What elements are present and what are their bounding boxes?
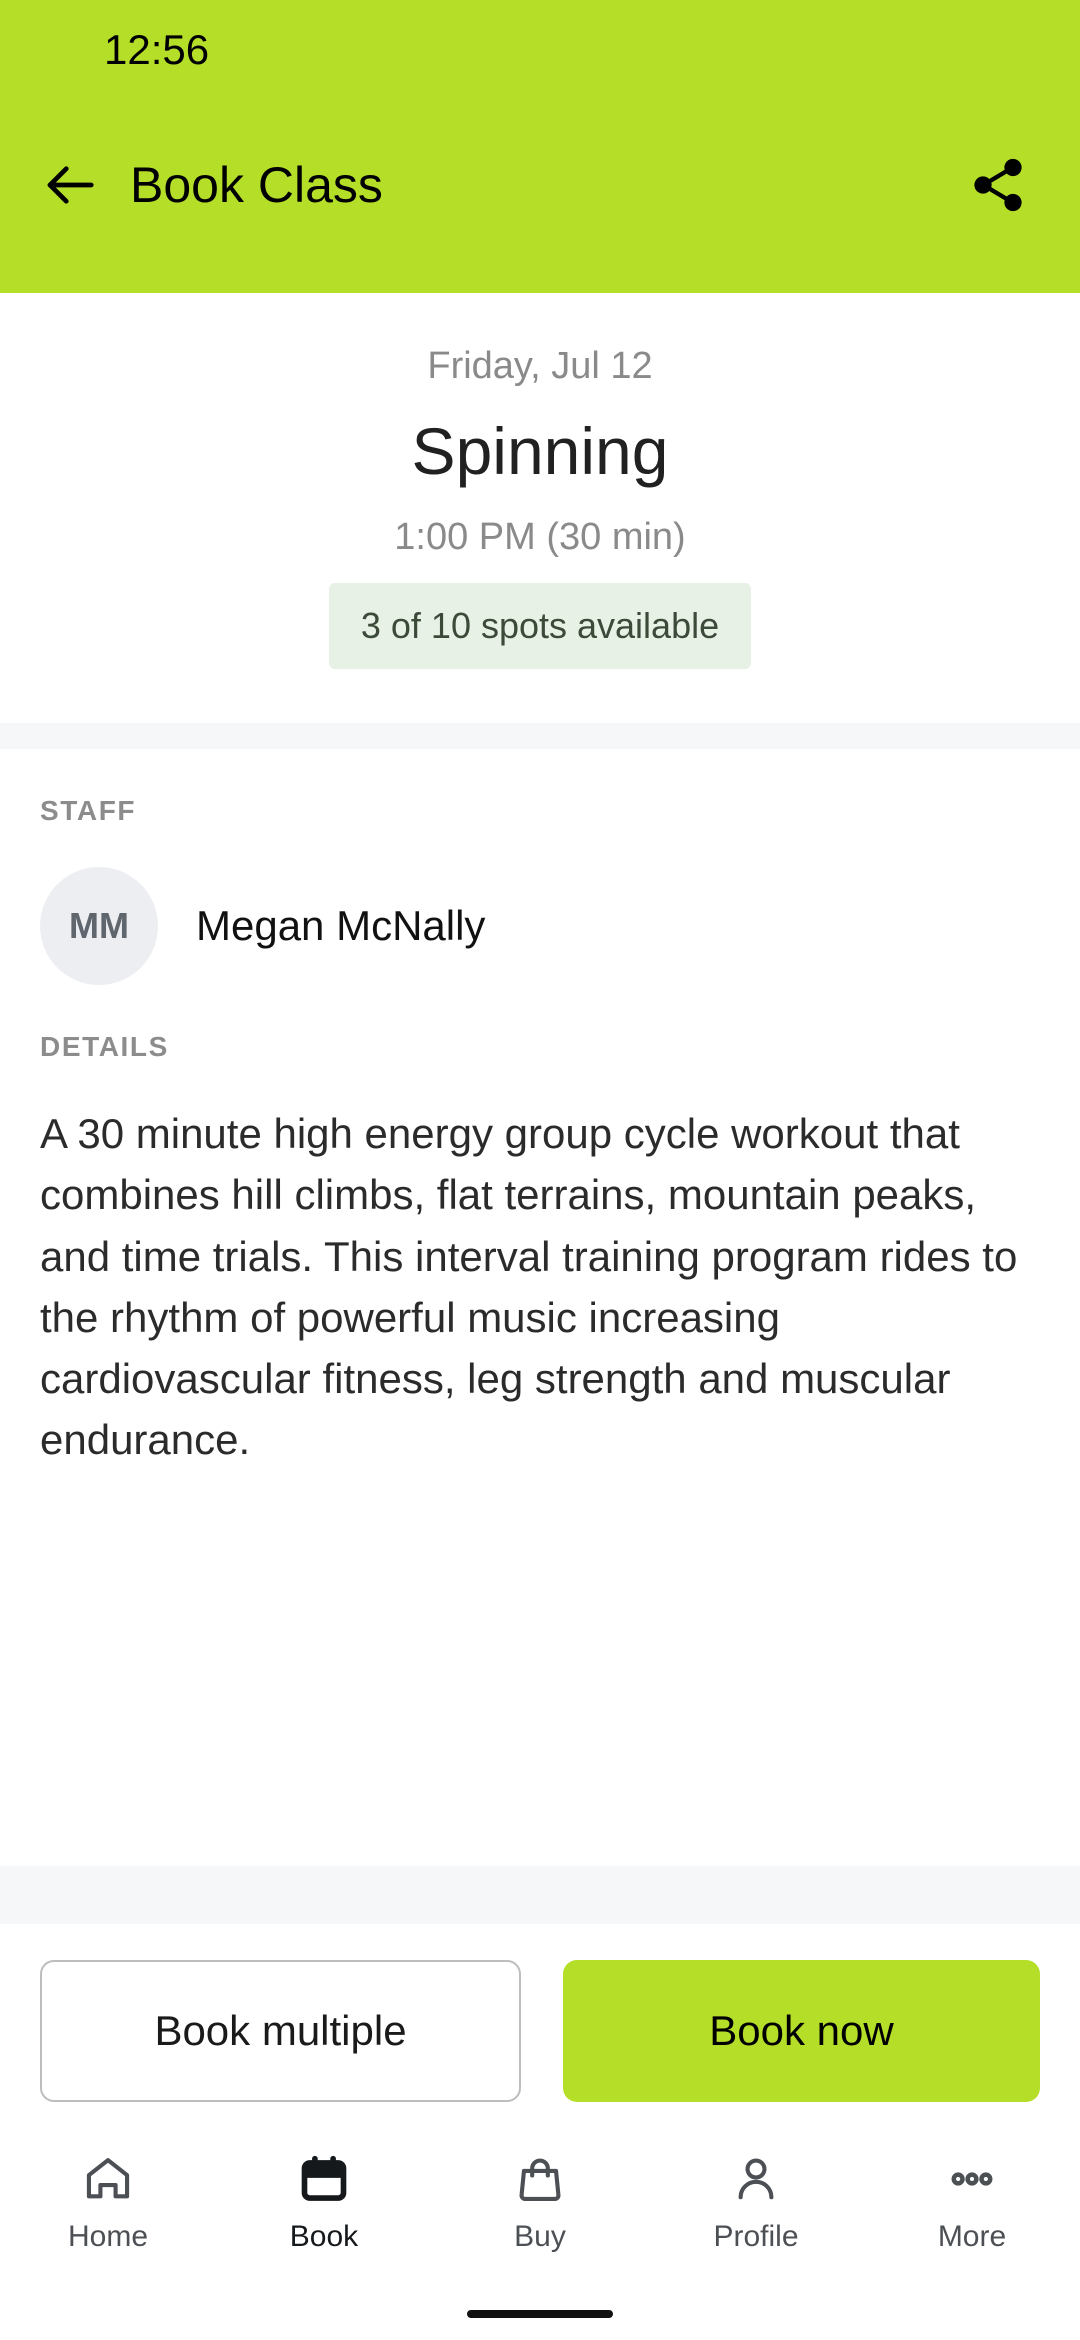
nav-item-profile[interactable]: Profile <box>648 2150 864 2254</box>
class-time: 1:00 PM (30 min) <box>394 515 686 558</box>
nav-item-home[interactable]: Home <box>0 2150 216 2254</box>
person-icon <box>727 2150 785 2208</box>
nav-item-buy[interactable]: Buy <box>432 2150 648 2254</box>
nav-label-profile: Profile <box>713 2220 799 2253</box>
book-multiple-button[interactable]: Book multiple <box>40 1960 521 2102</box>
more-dots-icon <box>943 2150 1001 2208</box>
avatar: MM <box>40 866 158 985</box>
staff-name: Megan McNally <box>196 901 486 949</box>
staff-section-label: STAFF <box>40 794 137 826</box>
section-divider-top <box>0 722 1080 749</box>
status-badge: 3 of 10 spots available <box>328 582 752 669</box>
app-screen: 12:56 Book Class Friday, Jul 12 Spinning… <box>0 0 1080 2340</box>
book-now-button[interactable]: Book now <box>563 1960 1040 2102</box>
class-description: A 30 minute high energy group cycle work… <box>40 1109 1018 1464</box>
status-bar-clock: 12:56 <box>104 26 210 73</box>
app-header: 12:56 Book Class <box>0 0 1080 293</box>
class-name: Spinning <box>411 414 669 488</box>
nav-label-book: Book <box>289 2220 359 2253</box>
status-bar: 12:56 <box>0 0 1080 100</box>
details-section-label: DETAILS <box>40 1030 169 1062</box>
home-indicator[interactable] <box>467 2310 613 2318</box>
class-content: STAFF MM Megan McNally DETAILS A 30 minu… <box>0 748 1080 1866</box>
page-title: Book Class <box>130 157 383 213</box>
nav-label-more: More <box>937 2220 1007 2253</box>
list-item[interactable]: MM Megan McNally <box>40 866 1040 985</box>
section-divider-bottom <box>0 1866 1080 1924</box>
shopping-bag-icon <box>511 2150 569 2208</box>
action-bar: Book multiple Book now <box>0 1924 1080 2136</box>
calendar-icon <box>295 2150 353 2208</box>
nav-item-book[interactable]: Book <box>216 2150 432 2254</box>
arrow-left-icon[interactable] <box>34 149 106 221</box>
home-icon <box>79 2150 137 2208</box>
spots-badge-container: 3 of 10 spots available <box>40 582 1040 669</box>
nav-label-buy: Buy <box>514 2220 566 2253</box>
app-bar: Book Class <box>0 100 1080 270</box>
class-summary: Friday, Jul 12 Spinning 1:00 PM (30 min)… <box>0 293 1080 723</box>
home-indicator-container <box>0 2288 1080 2340</box>
class-date: Friday, Jul 12 <box>427 345 653 387</box>
share-icon[interactable] <box>960 147 1036 223</box>
nav-item-more[interactable]: More <box>864 2150 1080 2254</box>
bottom-navigation: Home Book Buy Profile More <box>0 2136 1080 2288</box>
nav-label-home: Home <box>67 2220 149 2253</box>
